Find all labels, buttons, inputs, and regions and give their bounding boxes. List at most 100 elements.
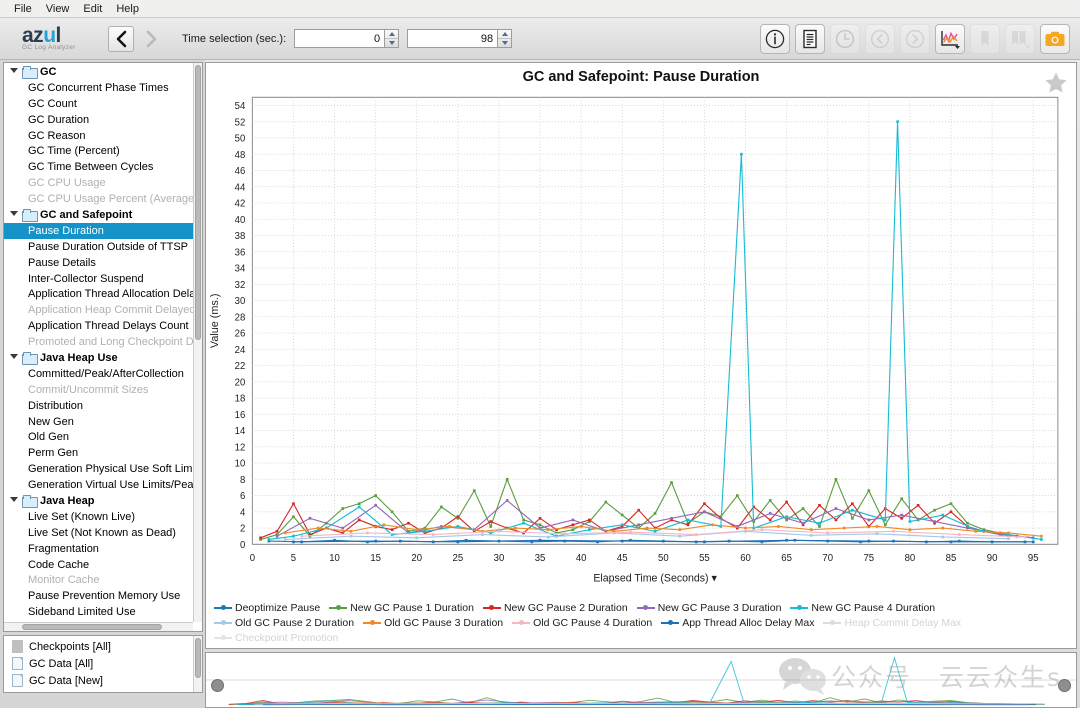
legend-item[interactable]: New GC Pause 2 Duration [482, 602, 628, 614]
dataset-item[interactable]: Checkpoints [All] [4, 638, 193, 655]
left-range-handle[interactable] [211, 679, 224, 692]
legend-item[interactable]: New GC Pause 3 Duration [636, 601, 782, 614]
tree-item-application-thread-allocation-delays[interactable]: Application Thread Allocation Delays [4, 286, 193, 302]
folder-icon [22, 352, 38, 366]
dataset-item[interactable]: GC Data [All] [4, 655, 193, 672]
snapshot-button[interactable] [1040, 23, 1070, 54]
tree-vertical-scrollbar[interactable] [193, 63, 202, 622]
time-from-up[interactable] [385, 30, 399, 39]
disclosure-triangle-icon[interactable] [10, 496, 19, 505]
tree-item-application-thread-delays-count[interactable]: Application Thread Delays Count [4, 318, 193, 334]
time-from-stepper[interactable] [384, 29, 400, 48]
pause-duration-line-chart[interactable]: 0246810121416182022242628303234363840424… [206, 87, 1076, 598]
y-axis-tick-label: 20 [235, 377, 246, 388]
legend-item[interactable]: Checkpoint Promotion [214, 632, 338, 644]
legend-label: New GC Pause 3 Duration [657, 601, 782, 614]
tree-item-gc-cpu-usage[interactable]: GC CPU Usage [4, 175, 193, 191]
nav-forward-button[interactable] [138, 26, 164, 52]
tree-item-committed-peak-aftercollection[interactable]: Committed/Peak/AfterCollection [4, 366, 193, 382]
bookmarks-icon [1012, 30, 1030, 48]
time-to-stepper[interactable] [497, 29, 513, 48]
time-button [830, 23, 860, 54]
legend-item[interactable]: Old GC Pause 3 Duration [363, 617, 503, 629]
tree-item-monitor-cache[interactable]: Monitor Cache [4, 573, 193, 589]
legend-item[interactable]: Old GC Pause 4 Duration [512, 617, 652, 629]
legend-item[interactable]: Old GC Pause 2 Duration [214, 617, 354, 629]
time-from-down[interactable] [385, 39, 398, 47]
tree-item-perm-gen[interactable]: Perm Gen [4, 445, 193, 461]
tree-item-old-gen[interactable]: Old Gen [4, 429, 193, 445]
nav-back-button[interactable] [108, 25, 134, 52]
tree-horizontal-scroll-thumb[interactable] [22, 624, 162, 630]
time-to-up[interactable] [498, 30, 512, 39]
y-axis-tick-label: 16 [235, 410, 246, 421]
menu-edit[interactable]: Edit [76, 0, 109, 18]
time-selection-group: Time selection (sec.): [182, 29, 520, 48]
legend-item[interactable]: Heap Commit Delay Max [823, 617, 961, 629]
menu-help[interactable]: Help [109, 0, 146, 18]
time-to-input[interactable] [407, 29, 498, 48]
tree-item-live-set-not-known-as-dead[interactable]: Live Set (Not Known as Dead) [4, 525, 193, 541]
tree-item-promoted-and-long-checkpoint-details[interactable]: Promoted and Long Checkpoint Details [4, 334, 193, 350]
time-to-down[interactable] [498, 39, 511, 47]
tree-item-gc-concurrent-phase-times[interactable]: GC Concurrent Phase Times [4, 80, 193, 96]
clock-icon [835, 29, 855, 48]
tree-item-application-heap-commit-delayed[interactable]: Application Heap Commit Delayed [4, 302, 193, 318]
time-from-spinner[interactable] [294, 29, 400, 48]
tree-item-gc-time-percent[interactable]: GC Time (Percent) [4, 143, 193, 159]
tree-item-label: Live Set (Not Known as Dead) [28, 526, 176, 539]
tree-item-gc-cpu-usage-percent-average[interactable]: GC CPU Usage Percent (Average) [4, 191, 193, 207]
tree-item-generation-virtual-use-limits-peak[interactable]: Generation Virtual Use Limits/Peak [4, 477, 193, 493]
dataset-list[interactable]: Checkpoints [All] GC Data [All] GC Data [N… [4, 638, 193, 692]
tree-item-gc-count[interactable]: GC Count [4, 96, 193, 112]
disclosure-triangle-icon[interactable] [10, 210, 19, 219]
tree-item-java-heap[interactable]: Java Heap [4, 493, 193, 509]
tree-item-label: Distribution [28, 399, 84, 412]
tree-item-fragmentation[interactable]: Fragmentation [4, 541, 193, 557]
tree-item-live-set-known-live[interactable]: Live Set (Known Live) [4, 509, 193, 525]
dataset-vertical-scrollbar[interactable] [193, 636, 202, 692]
tree-item-pause-prevention-memory-use[interactable]: Pause Prevention Memory Use [4, 588, 193, 604]
x-axis-label[interactable]: Elapsed Time (Seconds) ▾ [593, 572, 717, 584]
time-from-input[interactable] [294, 29, 385, 48]
tree-item-sideband-limited-use[interactable]: Sideband Limited Use [4, 604, 193, 620]
tree-item-gc-duration[interactable]: GC Duration [4, 112, 193, 128]
range-navigator-panel[interactable] [205, 652, 1077, 708]
tree-horizontal-scrollbar[interactable] [4, 622, 193, 631]
time-to-spinner[interactable] [407, 29, 513, 48]
time-selection-label: Time selection (sec.): [182, 32, 287, 45]
right-range-handle[interactable] [1058, 679, 1071, 692]
tree-item-gc[interactable]: GC [4, 64, 193, 80]
legend-item[interactable]: Deoptimize Pause [214, 602, 320, 614]
tree-item-gc-reason[interactable]: GC Reason [4, 128, 193, 144]
tree-item-inter-collector-suspend[interactable]: Inter-Collector Suspend [4, 271, 193, 287]
legend-item[interactable]: New GC Pause 1 Duration [329, 602, 474, 614]
legend-item[interactable]: App Thread Alloc Delay Max [661, 617, 814, 629]
tree-item-pause-duration-outside-of-ttsp[interactable]: Pause Duration Outside of TTSP [4, 239, 193, 255]
disclosure-triangle-icon[interactable] [10, 353, 19, 362]
legend-item[interactable]: New GC Pause 4 Duration [790, 602, 935, 614]
tree-item-pause-details[interactable]: Pause Details [4, 255, 193, 271]
metric-tree[interactable]: GC GC Concurrent Phase Times GC Count GC Du… [4, 63, 193, 622]
menu-view[interactable]: View [39, 0, 77, 18]
chart-type-button[interactable] [935, 23, 965, 54]
range-navigator-chart[interactable] [206, 653, 1076, 707]
dataset-item[interactable]: GC Data [New] [4, 672, 193, 689]
tree-item-distribution[interactable]: Distribution [4, 398, 193, 414]
plot-area[interactable]: 0 2 4 6 8 10 12 14 16 18 20 22 24 26 28 30 32 34 36 38 40 42 4… [206, 87, 1076, 598]
y-axis-tick-label: 34 [235, 264, 246, 275]
report-button[interactable] [795, 23, 825, 54]
tree-item-new-gen[interactable]: New Gen [4, 414, 193, 430]
tree-item-gc-and-safepoint[interactable]: GC and Safepoint [4, 207, 193, 223]
info-button[interactable] [760, 23, 790, 54]
tree-item-commit-uncommit-sizes[interactable]: Commit/Uncommit Sizes [4, 382, 193, 398]
menu-file[interactable]: File [7, 0, 39, 18]
dataset-vertical-scroll-thumb[interactable] [195, 638, 201, 678]
tree-vertical-scroll-thumb[interactable] [195, 65, 201, 340]
tree-item-gc-time-between-cycles[interactable]: GC Time Between Cycles [4, 159, 193, 175]
disclosure-triangle-icon[interactable] [10, 67, 19, 76]
tree-item-java-heap-use[interactable]: Java Heap Use [4, 350, 193, 366]
tree-item-generation-physical-use-soft-limits[interactable]: Generation Physical Use Soft Limits [4, 461, 193, 477]
tree-item-code-cache[interactable]: Code Cache [4, 557, 193, 573]
tree-item-pause-duration[interactable]: Pause Duration [4, 222, 193, 239]
